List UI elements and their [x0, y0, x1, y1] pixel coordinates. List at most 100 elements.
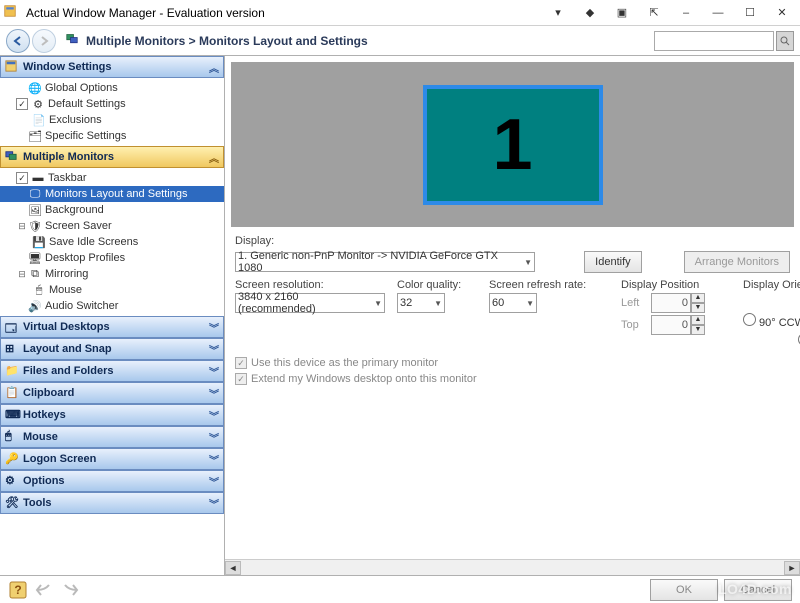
ok-button[interactable]: OK — [650, 579, 718, 601]
tree-item-monitors-layout[interactable]: 🖵Monitors Layout and Settings — [0, 186, 224, 202]
orient-90ccw-radio[interactable]: 90° CCW — [743, 313, 800, 329]
search-input[interactable] — [654, 31, 774, 51]
refresh-label: Screen refresh rate: — [489, 279, 609, 291]
orient-180-radio[interactable]: 180° — [743, 333, 800, 349]
orient-0-radio[interactable]: 0° — [743, 293, 800, 309]
section-options[interactable]: ⚙Options︾ — [0, 470, 224, 492]
titlebar: Actual Window Manager - Evaluation versi… — [0, 0, 800, 26]
tree-item-default-settings[interactable]: ✓⚙Default Settings — [0, 96, 224, 112]
close-icon[interactable]: ✕ — [768, 3, 796, 23]
collapse-icon[interactable]: ⊟ — [16, 269, 28, 280]
monitor-canvas[interactable]: 1 — [231, 62, 794, 227]
section-window-settings[interactable]: Window Settings ︽ — [0, 56, 224, 78]
monitors-icon — [5, 150, 19, 164]
resolution-select[interactable]: 3840 x 2160 (recommended)▼ — [235, 293, 385, 313]
orientation-label: Display Orientation — [743, 279, 800, 291]
section-virtual-desktops[interactable]: 🗔Virtual Desktops︾ — [0, 316, 224, 338]
top-spinner[interactable]: ▲▼ — [651, 315, 705, 335]
section-logon-screen[interactable]: 🔑Logon Screen︾ — [0, 448, 224, 470]
monitor-1[interactable]: 1 — [423, 85, 603, 205]
cancel-button[interactable]: Cancel — [724, 579, 792, 601]
left-spinner[interactable]: ▲▼ — [651, 293, 705, 313]
fit-icon[interactable]: ⇱ — [640, 3, 668, 23]
chevron-down-icon: ︾ — [209, 452, 219, 467]
display-label: Display: — [235, 235, 274, 247]
primary-checkbox[interactable]: ✓ — [235, 357, 247, 369]
chevron-down-icon: ︾ — [209, 342, 219, 357]
desktops-icon: 🗔 — [5, 320, 19, 334]
identify-button[interactable]: Identify — [584, 251, 641, 273]
scroll-right-icon[interactable]: ► — [784, 561, 800, 575]
tree-item-mouse[interactable]: 🖱Mouse — [0, 282, 224, 298]
go-button[interactable] — [776, 31, 794, 51]
display-select[interactable]: 1. Generic non-PnP Monitor -> NVIDIA GeF… — [235, 252, 535, 272]
section-layout-snap[interactable]: ⊞Layout and Snap︾ — [0, 338, 224, 360]
tree-item-background[interactable]: 🖼Background — [0, 202, 224, 218]
disk-icon: 💾 — [32, 236, 46, 248]
pin-icon[interactable]: ◆ — [576, 3, 604, 23]
spin-down-icon[interactable]: ▼ — [691, 325, 705, 335]
extend-label: Extend my Windows desktop onto this moni… — [251, 373, 477, 385]
section-hotkeys[interactable]: ⌨Hotkeys︾ — [0, 404, 224, 426]
back-button[interactable] — [6, 29, 30, 53]
maximize-icon[interactable]: ☐ — [736, 3, 764, 23]
taskbar-icon: ▬ — [31, 172, 45, 184]
horizontal-scrollbar[interactable]: ◄ ► — [225, 559, 800, 575]
tree-item-desktop-profiles[interactable]: 🖥Desktop Profiles — [0, 250, 224, 266]
section-tools[interactable]: 🛠Tools︾ — [0, 492, 224, 514]
scroll-left-icon[interactable]: ◄ — [225, 561, 241, 575]
square-icon[interactable]: ▣ — [608, 3, 636, 23]
toolbar: Multiple Monitors > Monitors Layout and … — [0, 26, 800, 56]
tree-item-specific-settings[interactable]: 🗂Specific Settings — [0, 128, 224, 144]
extend-checkbox-row: ✓ Extend my Windows desktop onto this mo… — [235, 373, 790, 385]
titlebar-controls: ▾ ◆ ▣ ⇱ – — ☐ ✕ — [544, 3, 796, 23]
tree-item-exclusions[interactable]: 📄Exclusions — [0, 112, 224, 128]
section-multiple-monitors[interactable]: Multiple Monitors ︽ — [0, 146, 224, 168]
globe-icon: 🌐 — [28, 82, 42, 94]
content-panel: 1 Display: 1. Generic non-PnP Monitor ->… — [225, 56, 800, 575]
hotkeys-icon: ⌨ — [5, 408, 19, 422]
tree-item-screen-saver[interactable]: ⊟🛡Screen Saver — [0, 218, 224, 234]
logon-icon: 🔑 — [5, 452, 19, 466]
redo-icon[interactable] — [60, 580, 80, 600]
collapse-icon[interactable]: ⊟ — [16, 221, 28, 232]
extend-checkbox[interactable]: ✓ — [235, 373, 247, 385]
chevron-down-icon: ︾ — [209, 430, 219, 445]
chevron-up-icon: ︽ — [209, 60, 219, 75]
spin-up-icon[interactable]: ▲ — [691, 293, 705, 303]
chevron-down-icon: ︾ — [209, 408, 219, 423]
section-mouse[interactable]: 🖱Mouse︾ — [0, 426, 224, 448]
spin-up-icon[interactable]: ▲ — [691, 315, 705, 325]
help-icon[interactable]: ? — [8, 580, 28, 600]
tree-item-save-idle[interactable]: 💾Save Idle Screens — [0, 234, 224, 250]
sidebar: Window Settings ︽ 🌐Global Options ✓⚙Defa… — [0, 56, 225, 575]
primary-label: Use this device as the primary monitor — [251, 357, 438, 369]
tools-icon: 🛠 — [5, 496, 19, 510]
mirror-icon: ⧉ — [28, 268, 42, 280]
chevron-down-icon: ▼ — [430, 299, 442, 308]
spin-down-icon[interactable]: ▼ — [691, 303, 705, 313]
checkbox-icon[interactable]: ✓ — [16, 98, 28, 110]
tree-item-global-options[interactable]: 🌐Global Options — [0, 80, 224, 96]
color-select[interactable]: 32▼ — [397, 293, 445, 313]
color-label: Color quality: — [397, 279, 477, 291]
section-files-folders[interactable]: 📁Files and Folders︾ — [0, 360, 224, 382]
tree-item-audio-switcher[interactable]: 🔊Audio Switcher — [0, 298, 224, 314]
refresh-select[interactable]: 60▼ — [489, 293, 537, 313]
undo-icon[interactable] — [34, 580, 54, 600]
tree-item-taskbar[interactable]: ✓▬Taskbar — [0, 170, 224, 186]
tree-item-mirroring[interactable]: ⊟⧉Mirroring — [0, 266, 224, 282]
chevron-down-icon: ▼ — [370, 299, 382, 308]
arrange-monitors-button[interactable]: Arrange Monitors — [684, 251, 790, 273]
mouse-icon: 🖱 — [5, 430, 19, 444]
dropdown-icon[interactable]: ▾ — [544, 3, 572, 23]
dash-icon[interactable]: – — [672, 3, 700, 23]
breadcrumb: Multiple Monitors > Monitors Layout and … — [86, 34, 368, 48]
chevron-down-icon: ︾ — [209, 386, 219, 401]
app-icon — [4, 5, 20, 21]
minimize-icon[interactable]: — — [704, 3, 732, 23]
window-title: Actual Window Manager - Evaluation versi… — [26, 6, 544, 20]
forward-button[interactable] — [32, 29, 56, 53]
section-clipboard[interactable]: 📋Clipboard︾ — [0, 382, 224, 404]
checkbox-icon[interactable]: ✓ — [16, 172, 28, 184]
